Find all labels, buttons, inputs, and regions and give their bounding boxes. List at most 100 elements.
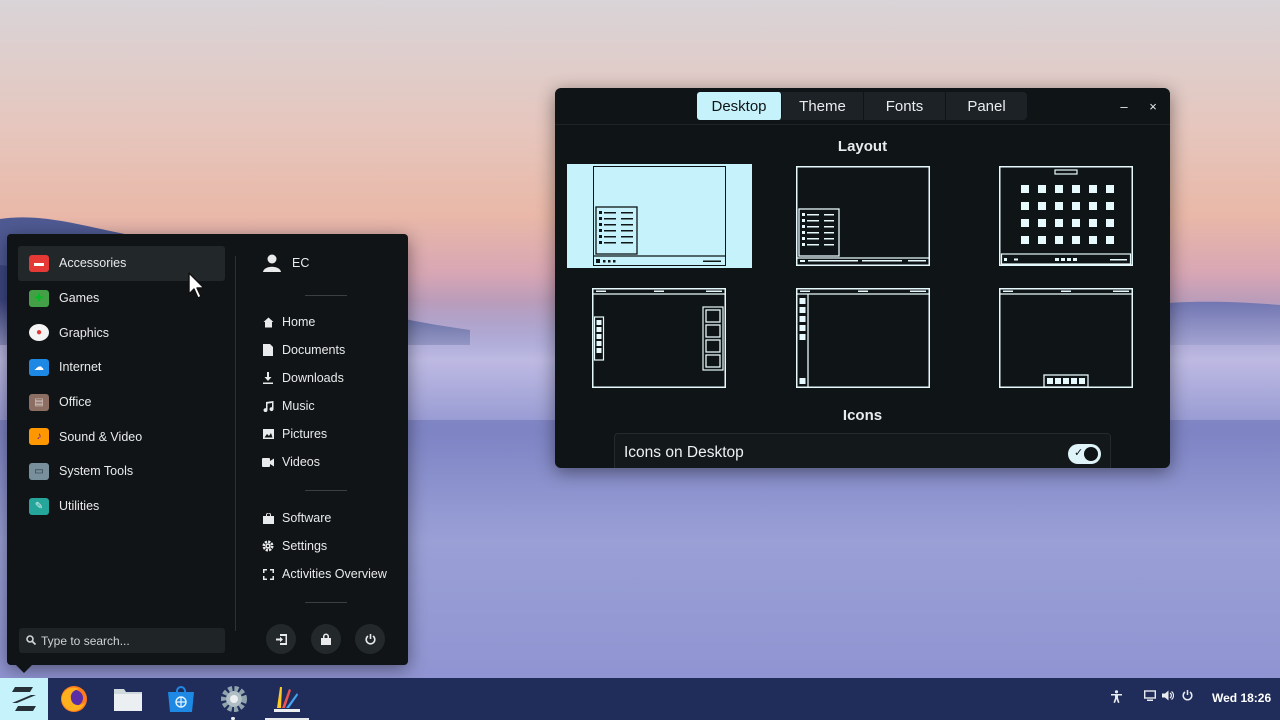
taskbar-files[interactable] <box>104 678 152 720</box>
taskbar-appearance[interactable] <box>263 678 311 720</box>
taskbar-software[interactable] <box>157 678 205 720</box>
category-label: Internet <box>59 360 102 375</box>
document-icon <box>262 344 274 356</box>
tab-panel[interactable]: Panel <box>946 92 1027 120</box>
app-software[interactable]: Software <box>262 508 331 528</box>
place-videos[interactable]: Videos <box>262 452 320 472</box>
layout-1-preview-icon <box>593 206 726 263</box>
app-label: Settings <box>282 539 328 553</box>
taskbar-settings[interactable] <box>210 678 258 720</box>
minimize-button[interactable]: – <box>1114 96 1134 116</box>
internet-icon: ☁ <box>29 358 49 376</box>
category-label: Sound & Video <box>59 429 143 444</box>
place-downloads[interactable]: Downloads <box>262 368 344 388</box>
firefox-icon <box>61 686 87 712</box>
layout-option-3[interactable] <box>999 166 1133 266</box>
tab-theme[interactable]: Theme <box>782 92 864 120</box>
lock-icon <box>321 633 331 645</box>
picture-icon <box>262 428 274 440</box>
zorin-menu-button[interactable] <box>0 678 48 720</box>
icons-on-desktop-label: Icons on Desktop <box>624 444 744 461</box>
place-label: Downloads <box>282 371 344 385</box>
layout-option-6[interactable] <box>999 288 1133 388</box>
office-icon: ▤ <box>29 393 49 411</box>
appearance-icon <box>274 687 300 712</box>
user-account[interactable]: EC <box>262 253 309 273</box>
tweaks-window: Desktop Theme Fonts Panel – × Layout Ico… <box>555 88 1170 468</box>
sound-video-icon: ♪ <box>29 428 49 446</box>
menu-divider <box>235 256 236 631</box>
category-label: Accessories <box>59 256 127 271</box>
app-activities-overview[interactable]: Activities Overview <box>262 564 387 584</box>
category-internet[interactable]: ☁ Internet <box>18 350 225 385</box>
place-label: Home <box>282 315 316 329</box>
close-icon: × <box>1149 98 1157 114</box>
window-titlebar[interactable]: Desktop Theme Fonts Panel – × <box>555 88 1170 125</box>
icons-on-desktop-row: Icons on Desktop ✓ <box>614 433 1111 468</box>
layout-6-preview-icon <box>999 288 1133 388</box>
graphics-icon: ● <box>29 324 49 342</box>
layout-2-preview-icon <box>796 166 930 266</box>
search-icon <box>26 634 37 648</box>
place-pictures[interactable]: Pictures <box>262 424 327 444</box>
user-name: EC <box>292 256 310 270</box>
clock[interactable]: Wed 18:26 <box>1212 691 1271 705</box>
search-input[interactable]: Type to search... <box>19 628 225 653</box>
place-label: Videos <box>282 455 320 469</box>
app-settings[interactable]: Settings <box>262 536 327 556</box>
video-icon <box>262 456 274 468</box>
games-icon: ✚ <box>29 289 49 307</box>
category-utilities[interactable]: ✎ Utilities <box>18 489 225 524</box>
category-label: System Tools <box>59 464 134 479</box>
place-music[interactable]: Music <box>262 396 315 416</box>
software-store-icon <box>168 686 194 712</box>
volume-icon[interactable] <box>1162 690 1175 704</box>
category-sound-video[interactable]: ♪ Sound & Video <box>18 419 225 454</box>
menu-pointer <box>16 665 32 673</box>
tab-desktop[interactable]: Desktop <box>697 92 782 120</box>
power-icon <box>364 633 376 645</box>
category-label: Graphics <box>59 325 110 340</box>
category-graphics[interactable]: ● Graphics <box>18 315 225 350</box>
icons-on-desktop-toggle[interactable]: ✓ <box>1068 444 1101 464</box>
place-label: Music <box>282 399 315 413</box>
separator <box>305 295 347 296</box>
tab-fonts[interactable]: Fonts <box>864 92 946 120</box>
category-office[interactable]: ▤ Office <box>18 385 225 420</box>
home-icon <box>262 316 274 328</box>
zorin-logo-icon <box>12 687 36 711</box>
taskbar-firefox[interactable] <box>50 678 98 720</box>
separator <box>305 602 347 603</box>
gear-icon <box>262 540 274 552</box>
check-icon: ✓ <box>1074 447 1084 459</box>
layout-5-preview-icon <box>796 288 930 388</box>
power-icon[interactable] <box>1182 690 1193 704</box>
download-icon <box>262 372 274 384</box>
power-button[interactable] <box>355 624 385 654</box>
layout-4-preview-icon <box>592 288 726 388</box>
tab-label: Theme <box>799 97 846 115</box>
app-menu: ▬ Accessories ✚ Games ● Graphics ☁ Inter… <box>7 234 408 665</box>
app-label: Activities Overview <box>282 567 387 581</box>
place-documents[interactable]: Documents <box>262 340 345 360</box>
category-system-tools[interactable]: ▭ System Tools <box>18 454 225 489</box>
display-icon[interactable] <box>1143 690 1157 704</box>
layout-option-2[interactable] <box>796 166 930 266</box>
accessibility-icon[interactable] <box>1111 690 1122 706</box>
tab-label: Fonts <box>885 97 924 115</box>
app-label: Software <box>282 511 332 525</box>
place-label: Pictures <box>282 427 328 441</box>
layout-option-4[interactable] <box>592 288 726 388</box>
mouse-cursor-icon <box>188 272 205 299</box>
layout-option-5[interactable] <box>796 288 930 388</box>
activities-icon <box>262 568 274 580</box>
place-home[interactable]: Home <box>262 312 315 332</box>
lock-button[interactable] <box>311 624 341 654</box>
utilities-icon: ✎ <box>29 497 49 515</box>
place-label: Documents <box>282 343 346 357</box>
minimize-icon: – <box>1120 98 1128 114</box>
layout-option-1[interactable] <box>567 164 752 268</box>
logout-button[interactable] <box>266 624 296 654</box>
user-icon <box>263 254 281 272</box>
close-button[interactable]: × <box>1143 96 1163 116</box>
